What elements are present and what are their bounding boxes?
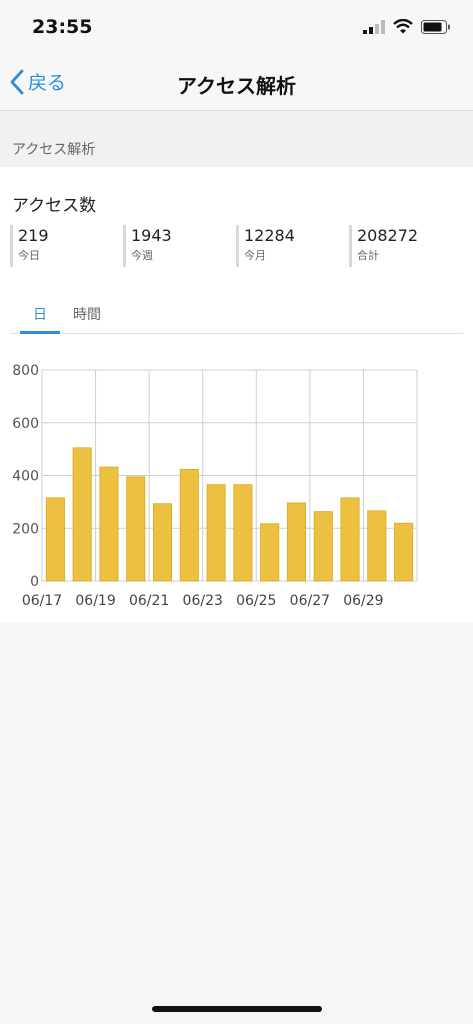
tab-hour[interactable]: 時間 [72, 304, 102, 324]
tab-bar: 日 時間 [10, 297, 463, 334]
bar-06/24 [233, 484, 253, 582]
bar-06/19 [99, 466, 119, 582]
status-time: 23:55 [32, 16, 93, 38]
stat-value: 12284 [244, 226, 295, 245]
stat-label: 今日 [18, 249, 40, 262]
x-tick-label: 06/21 [129, 593, 169, 609]
section-header-label: アクセス解析 [12, 142, 96, 158]
bar-06/18 [72, 447, 92, 582]
stats-row: 219 今日 1943 今週 12284 今月 208272 合計 [10, 225, 466, 267]
stat-label: 今週 [131, 249, 153, 262]
battery-icon [421, 19, 450, 34]
x-tick-label: 06/23 [183, 593, 223, 609]
y-tick-label: 400 [12, 469, 39, 485]
bar-06/17 [45, 497, 65, 582]
access-bar-chart: 0 200 400 600 800 06/17 06/19 06/21 06/23 06/25 06… [12, 363, 418, 609]
x-tick-label: 06/25 [236, 593, 276, 609]
stat-value: 219 [18, 226, 49, 245]
stat-value: 208272 [357, 226, 419, 245]
card-title: アクセス数 [12, 196, 97, 216]
cellular-signal-icon [363, 19, 385, 34]
stat-month: 12284 今月 [236, 225, 295, 267]
tab-day[interactable]: 日 [20, 304, 60, 324]
wifi-icon [393, 19, 413, 34]
stat-week: 1943 今週 [123, 225, 172, 267]
status-bar: 23:55 [0, 0, 473, 58]
bar-06/26 [286, 502, 306, 582]
navigation-bar: 戻る アクセス解析 [0, 58, 473, 111]
bar-06/29 [367, 510, 387, 582]
y-tick-label: 600 [12, 416, 39, 432]
stat-label: 合計 [357, 249, 379, 262]
y-tick-label: 800 [12, 363, 39, 379]
status-icons [363, 19, 451, 34]
section-header: アクセス解析 [0, 111, 473, 167]
stat-value: 1943 [131, 226, 172, 245]
x-tick-label: 06/27 [290, 593, 330, 609]
x-tick-label: 06/29 [343, 593, 383, 609]
stat-label: 今月 [244, 249, 266, 262]
stat-today: 219 今日 [10, 225, 49, 267]
bar-06/25 [260, 523, 280, 582]
page-title: アクセス解析 [177, 74, 296, 98]
bar-06/22 [179, 469, 199, 582]
y-tick-label: 0 [30, 574, 39, 590]
stat-total: 208272 合計 [349, 225, 418, 267]
bar-06/30 [394, 522, 414, 582]
bar-06/21 [153, 503, 173, 582]
y-tick-label: 200 [12, 521, 39, 537]
access-card: アクセス数 219 今日 1943 今週 12284 今月 208272 合計 … [0, 167, 473, 623]
bar-06/27 [313, 511, 333, 582]
bar-06/28 [340, 497, 360, 582]
x-tick-label: 06/17 [22, 593, 62, 609]
home-indicator [152, 1006, 322, 1012]
x-tick-label: 06/19 [75, 593, 115, 609]
bar-06/20 [126, 476, 146, 582]
bar-06/23 [206, 484, 226, 582]
tab-indicator [20, 331, 60, 334]
